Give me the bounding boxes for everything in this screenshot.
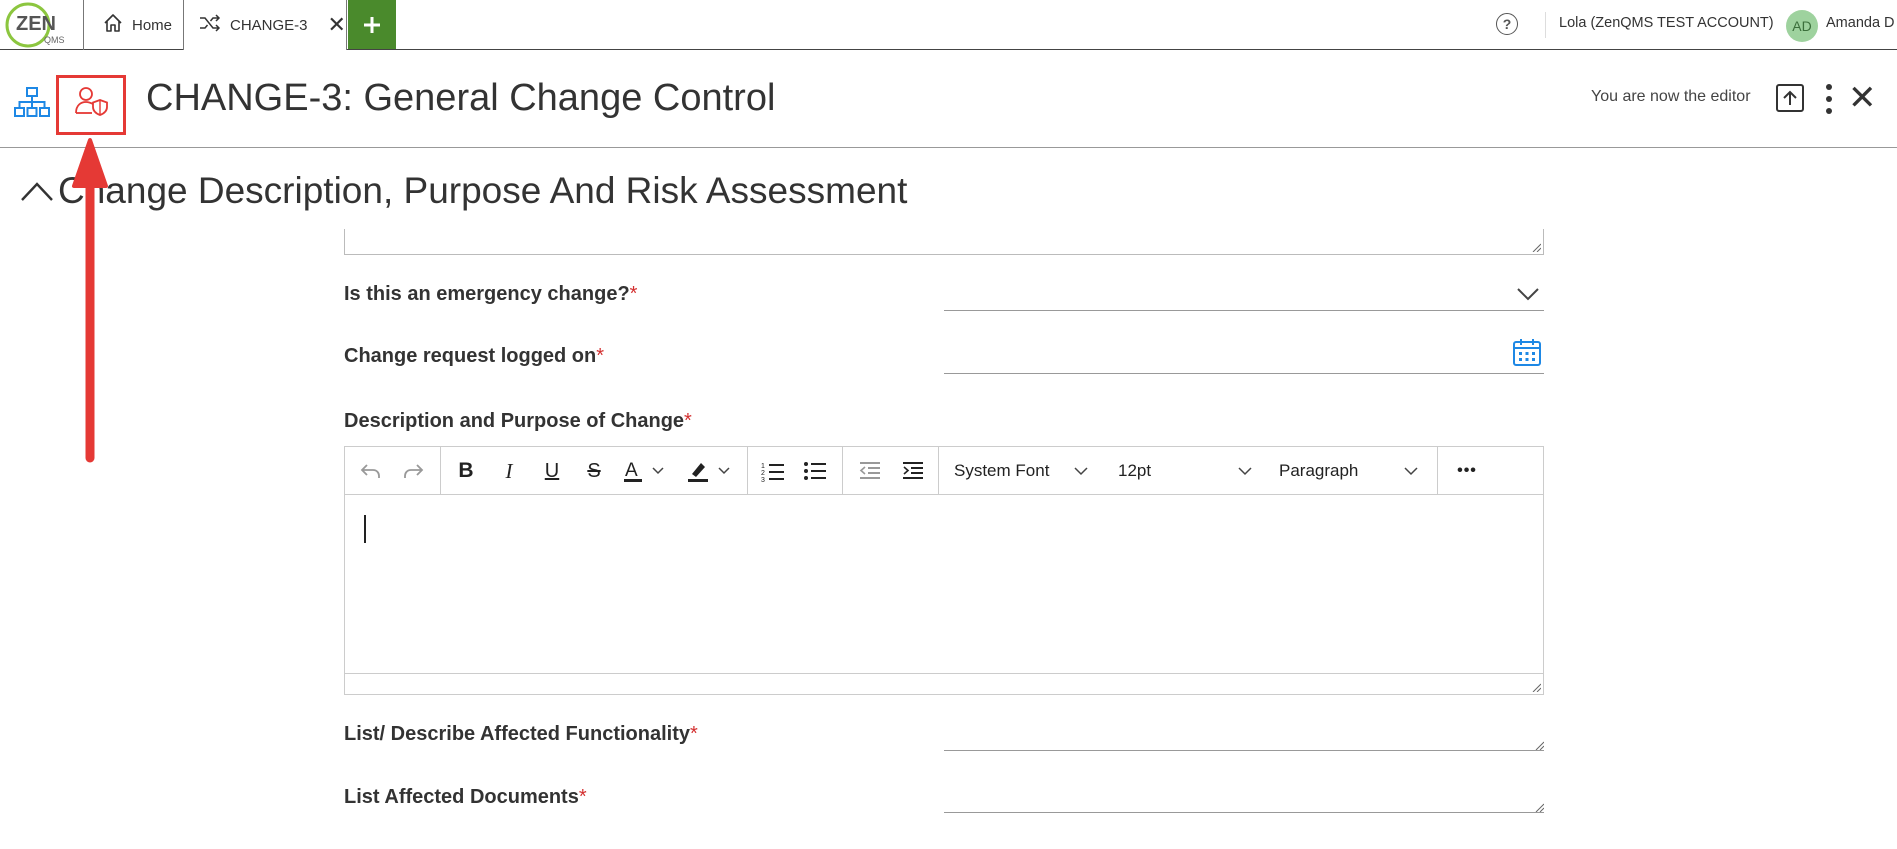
text-caret xyxy=(364,515,366,543)
change-logged-date-field[interactable] xyxy=(944,373,1544,374)
affected-documents-textarea[interactable] xyxy=(944,812,1544,813)
chevron-down-icon xyxy=(1238,467,1252,476)
add-tab-button[interactable] xyxy=(348,0,396,49)
chevron-down-icon[interactable] xyxy=(1516,286,1540,307)
redo-icon[interactable] xyxy=(399,457,429,485)
affected-functionality-label: List/ Describe Affected Functionality* xyxy=(344,723,698,745)
plus-icon xyxy=(364,16,380,33)
block-format-value: Paragraph xyxy=(1279,461,1359,480)
collapse-section-icon[interactable] xyxy=(20,180,54,207)
top-bar: ZEN QMS Home CHANGE-3 ✕ ? Lola (ZenQMS T… xyxy=(0,0,1897,50)
svg-text:1: 1 xyxy=(761,463,765,470)
svg-text:3: 3 xyxy=(761,477,765,482)
help-icon[interactable]: ? xyxy=(1496,13,1518,35)
font-family-select[interactable]: System Font xyxy=(954,457,1094,485)
highlight-color-icon[interactable] xyxy=(685,457,735,485)
more-options-icon[interactable] xyxy=(1825,84,1833,114)
page-title: CHANGE-3: General Change Control xyxy=(146,77,776,119)
description-purpose-label: Description and Purpose of Change* xyxy=(344,410,692,432)
text-color-icon[interactable]: A xyxy=(621,457,671,485)
tab-home[interactable]: Home xyxy=(83,0,183,50)
more-toolbar-icon[interactable]: ••• xyxy=(1449,457,1485,485)
chevron-down-icon xyxy=(1404,467,1418,476)
previous-textarea[interactable] xyxy=(344,229,1544,255)
font-size-value: 12pt xyxy=(1118,461,1152,480)
account-name[interactable]: Lola (ZenQMS TEST ACCOUNT) xyxy=(1559,15,1774,31)
home-icon xyxy=(102,12,124,38)
resize-grip-icon xyxy=(1532,243,1541,252)
divider xyxy=(1545,12,1546,38)
tab-home-label: Home xyxy=(132,16,173,34)
rich-text-editor: B I U S A 123 System Font 12pt Paragraph… xyxy=(344,446,1544,695)
emergency-change-select[interactable] xyxy=(944,310,1544,311)
close-record-icon[interactable]: ✕ xyxy=(1848,81,1877,115)
editor-toolbar: B I U S A 123 System Font 12pt Paragraph… xyxy=(345,447,1543,495)
indent-icon[interactable] xyxy=(898,457,928,485)
record-header: CHANGE-3: General Change Control You are… xyxy=(0,50,1897,148)
numbered-list-icon[interactable]: 123 xyxy=(758,457,788,485)
bold-icon[interactable]: B xyxy=(451,457,481,485)
resize-grip-icon xyxy=(1535,741,1544,750)
editor-status-message: You are now the editor xyxy=(1591,88,1751,105)
editor-content-area[interactable] xyxy=(345,495,1543,673)
chevron-down-icon xyxy=(1074,467,1088,476)
hierarchy-icon[interactable] xyxy=(14,86,50,123)
affected-functionality-textarea[interactable] xyxy=(944,750,1544,751)
resize-grip-icon xyxy=(1532,683,1541,692)
resize-grip-icon xyxy=(1535,803,1544,812)
font-family-value: System Font xyxy=(954,461,1050,480)
logo-subtext: QMS xyxy=(44,35,65,45)
emergency-change-label: Is this an emergency change?* xyxy=(344,283,638,305)
change-logged-label: Change request logged on* xyxy=(344,345,605,367)
shuffle-icon xyxy=(198,13,222,37)
block-format-select[interactable]: Paragraph xyxy=(1279,457,1424,485)
logo-text: ZEN xyxy=(16,13,56,35)
user-name[interactable]: Amanda D xyxy=(1826,15,1895,31)
arrow-up-icon xyxy=(1783,90,1797,105)
calendar-icon[interactable] xyxy=(1512,337,1542,372)
upload-button[interactable] xyxy=(1776,84,1804,112)
close-tab-icon[interactable]: ✕ xyxy=(328,14,346,36)
avatar[interactable]: AD xyxy=(1786,10,1818,42)
affected-documents-label: List Affected Documents* xyxy=(344,786,587,808)
section-title: Change Description, Purpose And Risk Ass… xyxy=(58,170,908,211)
user-shield-icon[interactable] xyxy=(74,86,110,121)
tab-change-3[interactable]: CHANGE-3 ✕ xyxy=(183,0,347,50)
italic-icon[interactable]: I xyxy=(494,457,524,485)
bullet-list-icon[interactable] xyxy=(800,457,830,485)
editor-statusbar xyxy=(345,673,1543,694)
tab-change-3-label: CHANGE-3 xyxy=(230,16,308,34)
outdent-icon[interactable] xyxy=(855,457,885,485)
font-size-select[interactable]: 12pt xyxy=(1118,457,1258,485)
underline-icon[interactable]: U xyxy=(537,457,567,485)
zenqms-logo[interactable]: ZEN QMS xyxy=(0,0,82,50)
undo-icon[interactable] xyxy=(355,457,385,485)
svg-text:2: 2 xyxy=(761,470,765,477)
strikethrough-icon[interactable]: S xyxy=(579,457,609,485)
svg-text:A: A xyxy=(625,460,638,481)
